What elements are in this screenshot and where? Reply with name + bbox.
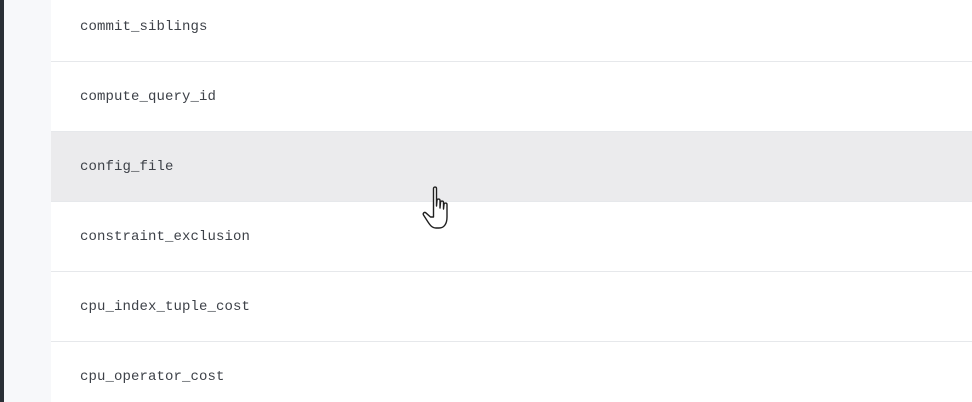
setting-row-config-file[interactable]: config_file [51,132,972,202]
setting-row-cpu-operator-cost[interactable]: cpu_operator_cost [51,342,972,402]
setting-row-constraint-exclusion[interactable]: constraint_exclusion [51,202,972,272]
setting-row-cpu-index-tuple-cost[interactable]: cpu_index_tuple_cost [51,272,972,342]
sidebar-edge [0,0,4,402]
app-frame: commit_siblings compute_query_id config_… [0,0,972,402]
setting-name: commit_siblings [80,18,208,35]
setting-name: cpu_operator_cost [80,368,225,385]
setting-name: config_file [80,158,174,175]
settings-list: commit_siblings compute_query_id config_… [51,0,972,402]
setting-row-compute-query-id[interactable]: compute_query_id [51,62,972,132]
setting-row-commit-siblings[interactable]: commit_siblings [51,0,972,62]
setting-name: constraint_exclusion [80,228,251,245]
setting-name: compute_query_id [80,88,217,105]
setting-name: cpu_index_tuple_cost [80,298,251,315]
